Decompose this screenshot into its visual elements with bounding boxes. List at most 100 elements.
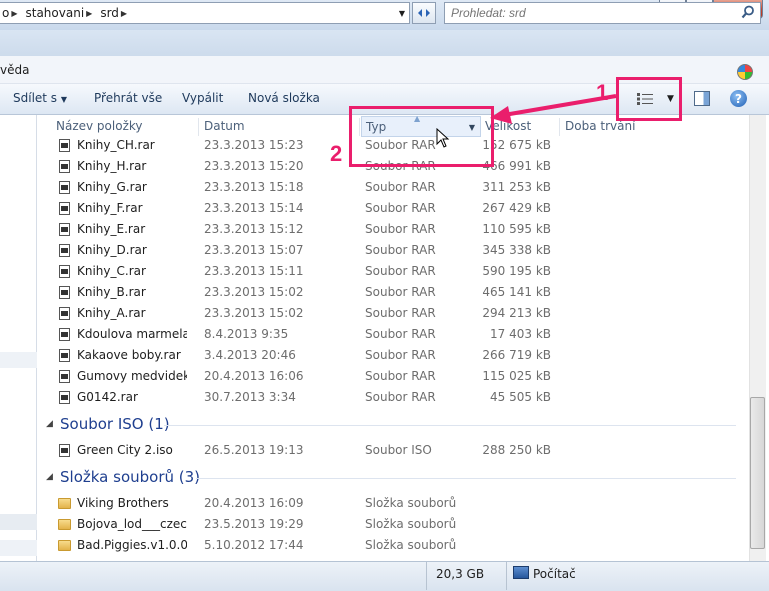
group-header-iso[interactable]: ◢ Soubor ISO (1) <box>38 413 749 437</box>
file-date: 20.4.2013 16:09 <box>204 496 304 510</box>
rar-file-icon <box>59 139 70 152</box>
file-row[interactable]: Kakaove boby.rar 3.4.2013 20:46 Soubor RAR… <box>38 345 749 366</box>
file-size: 110 595 kB <box>482 222 551 236</box>
folder-icon <box>58 540 71 551</box>
file-row[interactable]: Knihy_F.rar 23.3.2013 15:14 Soubor RAR 267 … <box>38 198 749 219</box>
file-name: Knihy_A.rar <box>77 306 146 320</box>
refresh-button[interactable] <box>412 2 436 24</box>
status-divider <box>426 562 427 590</box>
file-date: 23.3.2013 15:02 <box>204 285 304 299</box>
navigation-pane[interactable] <box>0 115 37 561</box>
folder-row[interactable]: Bad.Piggies.v1.0.0.c... 5.10.2012 17:44 Sl… <box>38 535 749 556</box>
new-folder-button[interactable]: Nová složka <box>248 91 320 105</box>
file-name: Knihy_B.rar <box>77 285 146 299</box>
computer-icon <box>513 566 529 579</box>
file-row[interactable]: Knihy_G.rar 23.3.2013 15:18 Soubor RAR 311 … <box>38 177 749 198</box>
file-date: 30.7.2013 3:34 <box>204 390 296 404</box>
file-name: Kdoulova marmela... <box>77 327 187 341</box>
file-name: Knihy_G.rar <box>77 180 147 194</box>
file-name: Gumovy medvidek... <box>77 369 187 383</box>
group-header-folders[interactable]: ◢ Složka souborů (3) <box>38 466 749 490</box>
rar-file-icon <box>59 223 70 236</box>
folder-row[interactable]: Viking Brothers 20.4.2013 16:09 Složka sou… <box>38 493 749 514</box>
chevron-right-icon[interactable]: ▶ <box>86 9 92 18</box>
file-name: Knihy_H.rar <box>77 159 147 173</box>
collapse-arrow-icon[interactable]: ◢ <box>46 472 53 482</box>
file-date: 5.10.2012 17:44 <box>204 538 304 552</box>
file-row[interactable]: Knihy_B.rar 23.3.2013 15:02 Soubor RAR 465 … <box>38 282 749 303</box>
file-type: Složka souborů <box>365 517 457 531</box>
nav-pane-item[interactable] <box>0 540 37 556</box>
breadcrumb-item-stahovani[interactable]: stahovani <box>26 6 85 20</box>
chevron-right-icon[interactable]: ▶ <box>121 9 127 18</box>
file-type: Soubor RAR <box>365 285 436 299</box>
file-name: Knihy_C.rar <box>77 264 146 278</box>
annotation-box-1 <box>616 77 682 121</box>
rar-file-icon <box>59 370 70 383</box>
file-date: 23.3.2013 15:23 <box>204 138 304 152</box>
play-all-button[interactable]: Přehrát vše <box>94 91 162 105</box>
collapse-arrow-icon[interactable]: ◢ <box>46 419 53 429</box>
file-row[interactable]: Knihy_A.rar 23.3.2013 15:02 Soubor RAR 294 … <box>38 303 749 324</box>
preview-pane-icon[interactable] <box>694 91 710 106</box>
file-date: 20.4.2013 16:06 <box>204 369 304 383</box>
file-type: Složka souborů <box>365 538 457 552</box>
mouse-cursor-icon <box>436 128 450 148</box>
group-divider <box>196 478 736 479</box>
file-row[interactable]: G0142.rar 30.7.2013 3:34 Soubor RAR 45 505 … <box>38 387 749 408</box>
status-bar <box>0 561 769 591</box>
file-size: 345 338 kB <box>482 243 551 257</box>
share-label: Sdílet s <box>13 91 58 105</box>
status-divider <box>506 562 507 590</box>
rar-file-icon <box>59 202 70 215</box>
file-size: 17 403 kB <box>490 327 551 341</box>
group-label: Soubor ISO (1) <box>60 415 170 433</box>
file-row[interactable]: Gumovy medvidek... 20.4.2013 16:06 Soubor … <box>38 366 749 387</box>
file-row[interactable]: Kdoulova marmela... 8.4.2013 9:35 Soubor R… <box>38 324 749 345</box>
file-type: Soubor RAR <box>365 369 436 383</box>
file-type: Soubor ISO <box>365 443 432 457</box>
breadcrumb-item-srd[interactable]: srd <box>100 6 119 20</box>
file-type: Soubor RAR <box>365 264 436 278</box>
file-date: 23.3.2013 15:14 <box>204 201 304 215</box>
status-computer: Počítač <box>533 567 576 581</box>
file-date: 23.3.2013 15:11 <box>204 264 304 278</box>
folder-icon <box>58 519 71 530</box>
help-icon[interactable]: ? <box>730 90 747 107</box>
address-history-dropdown-icon[interactable]: ▼ <box>394 2 410 24</box>
file-size: 465 141 kB <box>482 285 551 299</box>
file-name: Knihy_F.rar <box>77 201 143 215</box>
file-date: 23.5.2013 19:29 <box>204 517 304 531</box>
file-row[interactable]: Green City 2.iso 26.5.2013 19:13 Soubor IS… <box>38 440 749 461</box>
menu-item-help[interactable]: věda <box>0 63 29 77</box>
folder-row[interactable]: Bojova_lod___czech... 23.5.2013 19:29 Slož… <box>38 514 749 535</box>
file-type: Soubor RAR <box>365 327 436 341</box>
file-row[interactable]: Knihy_E.rar 23.3.2013 15:12 Soubor RAR 110 … <box>38 219 749 240</box>
nav-pane-item[interactable] <box>0 352 37 368</box>
scrollbar-thumb[interactable] <box>750 397 765 549</box>
file-name: Bojova_lod___czech... <box>77 517 187 531</box>
share-button[interactable]: Sdílet s ▼ <box>13 91 67 105</box>
burn-button[interactable]: Vypálit <box>182 91 223 105</box>
file-name: Viking Brothers <box>77 496 169 510</box>
group-divider <box>164 425 736 426</box>
search-input[interactable] <box>444 2 761 24</box>
iso-file-icon <box>59 444 70 457</box>
file-row[interactable]: Knihy_D.rar 23.3.2013 15:07 Soubor RAR 345 … <box>38 240 749 261</box>
file-name: Knihy_E.rar <box>77 222 146 236</box>
column-header-name[interactable]: Název položky <box>52 116 142 137</box>
file-size: 311 253 kB <box>482 180 551 194</box>
file-row[interactable]: Knihy_C.rar 23.3.2013 15:11 Soubor RAR 590 … <box>38 261 749 282</box>
annotation-arrow <box>490 94 617 124</box>
nav-pane-item[interactable] <box>0 514 37 530</box>
search-icon[interactable] <box>741 5 755 19</box>
column-header-date[interactable]: Datum <box>200 116 245 137</box>
breadcrumb-item-root[interactable]: o <box>2 6 9 20</box>
file-size: 294 213 kB <box>482 306 551 320</box>
file-name: Green City 2.iso <box>77 443 173 457</box>
chevron-right-icon[interactable]: ▶ <box>11 9 17 18</box>
breadcrumb[interactable]: o ▶ stahovani ▶ srd ▶ <box>0 2 410 24</box>
column-divider[interactable] <box>198 118 199 136</box>
file-type: Složka souborů <box>365 496 457 510</box>
file-size: 45 505 kB <box>490 390 551 404</box>
